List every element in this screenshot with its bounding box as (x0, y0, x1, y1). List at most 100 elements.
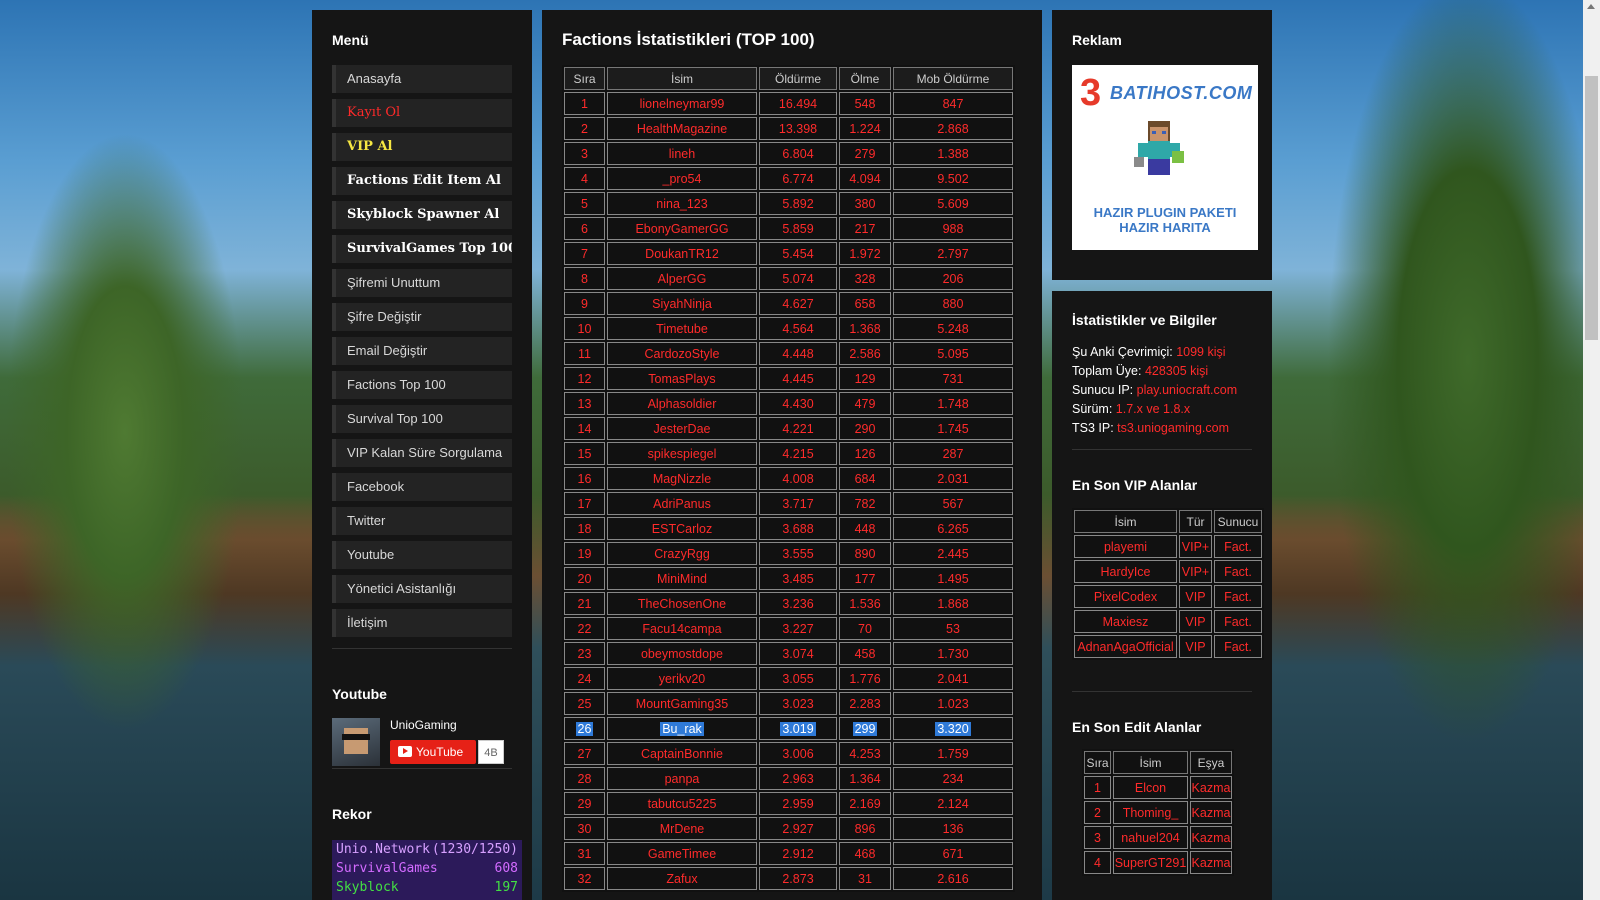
menu-item-factions-top-100[interactable]: Factions Top 100 (332, 371, 512, 399)
cell-text[interactable]: HealthMagazine (637, 122, 727, 136)
menu-item-i-leti-im[interactable]: İletişim (332, 609, 512, 637)
column-header[interactable]: Sıra (1084, 751, 1111, 774)
cell-text: 28 (577, 771, 592, 786)
cell-text[interactable]: panpa (665, 772, 700, 786)
cell-text: 1.388 (937, 146, 969, 161)
column-header[interactable]: Öldürme (759, 67, 837, 90)
channel-avatar[interactable] (332, 718, 380, 766)
table-row: 17 AdriPanus 3.717 782 567 (564, 492, 1013, 515)
scrollbar-thumb[interactable] (1585, 76, 1598, 340)
cell-text[interactable]: lineh (669, 147, 695, 161)
cell-text[interactable]: Elcon (1135, 781, 1166, 795)
cell-text[interactable]: SiyahNinja (652, 297, 712, 311)
column-header[interactable]: Mob Öldürme (893, 67, 1013, 90)
cell-text[interactable]: Bu_rak (660, 721, 704, 736)
cell-text[interactable]: Thoming_ (1123, 806, 1179, 820)
menu-item-ifre-de-i-tir[interactable]: Şifre Değiştir (332, 303, 512, 331)
cell-text[interactable]: SuperGT291 (1115, 856, 1187, 870)
cell-text[interactable]: Facu14campa (642, 622, 721, 636)
ad-banner[interactable]: 3 BATIHOST.COM HAZIR PLUGIN PAKETI HAZIR… (1072, 65, 1258, 250)
menu-item-y-netici-asistanl[interactable]: Yönetici Asistanlığı (332, 575, 512, 603)
column-header[interactable]: Ölme (839, 67, 891, 90)
column-header[interactable]: Tür (1179, 510, 1212, 533)
cell-text[interactable]: TheChosenOne (638, 597, 726, 611)
table-row: 27 CaptainBonnie 3.006 4.253 1.759 (564, 742, 1013, 765)
cell-text[interactable]: lionelneymar99 (640, 97, 725, 111)
menu-item-factions-edit-item-al[interactable]: Factions Edit Item Al (332, 167, 512, 195)
column-header[interactable]: İsim (1074, 510, 1177, 533)
cell-text[interactable]: AdriPanus (653, 497, 711, 511)
cell-text: 5 (581, 196, 588, 211)
cell-text: 287 (942, 446, 964, 461)
cell-text[interactable]: playemi (1104, 540, 1147, 554)
cell-text[interactable]: DoukanTR12 (645, 247, 719, 261)
youtube-subscribe-button[interactable]: YouTube (390, 740, 476, 764)
page-scrollbar[interactable] (1583, 0, 1600, 900)
cell-text[interactable]: MountGaming35 (636, 697, 728, 711)
cell-text[interactable]: CaptainBonnie (641, 747, 723, 761)
menu-item-kay-t-ol[interactable]: Kayıt Ol (332, 99, 512, 127)
scroll-up-arrow-icon[interactable] (1587, 4, 1595, 9)
menu-item-anasayfa[interactable]: Anasayfa (332, 65, 512, 93)
table-row: 25 MountGaming35 3.023 2.283 1.023 (564, 692, 1013, 715)
cell-text[interactable]: AlperGG (658, 272, 707, 286)
menu-item-twitter[interactable]: Twitter (332, 507, 512, 535)
table-cell: spikespiegel (607, 442, 757, 465)
column-header[interactable]: İsim (1113, 751, 1188, 774)
cell-text[interactable]: CrazyRgg (654, 547, 710, 561)
cell-text: 2.963 (782, 771, 814, 786)
menu-item-vip-al[interactable]: VIP Al (332, 133, 512, 161)
cell-text[interactable]: VIP+ (1182, 565, 1209, 579)
cell-text[interactable]: TomasPlays (648, 372, 715, 386)
cell-text[interactable]: VIP (1185, 640, 1205, 654)
column-header[interactable]: Sunucu (1214, 510, 1262, 533)
menu-item-survival-top-100[interactable]: Survival Top 100 (332, 405, 512, 433)
menu-item-facebook[interactable]: Facebook (332, 473, 512, 501)
cell-text[interactable]: Alphasoldier (648, 397, 717, 411)
cell-text: 299 (852, 721, 878, 736)
cell-text[interactable]: AdnanAgaOfficial (1077, 640, 1173, 654)
cell-text[interactable]: VIP (1185, 590, 1205, 604)
stat-value: play.uniocraft.com (1136, 383, 1238, 397)
menu-item-ifremi-unuttum[interactable]: Şifremi Unuttum (332, 269, 512, 297)
menu-item-youtube[interactable]: Youtube (332, 541, 512, 569)
table-cell: Fact. (1214, 560, 1262, 583)
table-cell: ESTCarloz (607, 517, 757, 540)
cell-text[interactable]: MiniMind (657, 572, 707, 586)
cell-text[interactable]: GameTimee (648, 847, 716, 861)
column-header[interactable]: İsim (607, 67, 757, 90)
menu-item-vip-kalan-s-re-sorgulama[interactable]: VIP Kalan Süre Sorgulama (332, 439, 512, 467)
cell-text[interactable]: _pro54 (663, 172, 702, 186)
cell-text[interactable]: Maxiesz (1103, 615, 1149, 629)
cell-text[interactable]: HardyIce (1100, 565, 1150, 579)
table-cell: 13 (564, 392, 605, 415)
cell-text[interactable]: MagNizzle (653, 472, 711, 486)
table-cell: 29 (564, 792, 605, 815)
cell-text[interactable]: CardozoStyle (644, 347, 719, 361)
menu-item-survivalgames-top-100[interactable]: SurvivalGames Top 100 (332, 235, 512, 263)
cell-text[interactable]: nahuel204 (1121, 831, 1179, 845)
column-header[interactable]: Sıra (564, 67, 605, 90)
cell-text[interactable]: EbonyGamerGG (635, 222, 728, 236)
cell-text[interactable]: spikespiegel (648, 447, 717, 461)
column-header[interactable]: Eşya (1190, 751, 1232, 774)
youtube-channel-name[interactable]: UnioGaming (390, 718, 457, 732)
cell-text[interactable]: Timetube (656, 322, 708, 336)
cell-text[interactable]: JesterDae (654, 422, 711, 436)
table-cell: 2 (1084, 801, 1111, 824)
table-cell: 5.095 (893, 342, 1013, 365)
menu-item-email-de-i-tir[interactable]: Email Değiştir (332, 337, 512, 365)
factions-stats-panel: Factions İstatistikleri (TOP 100) Sıra İs… (542, 10, 1042, 900)
cell-text[interactable]: MrDene (660, 822, 704, 836)
cell-text[interactable]: nina_123 (656, 197, 707, 211)
cell-text: 18 (577, 521, 592, 536)
cell-text[interactable]: VIP (1185, 615, 1205, 629)
cell-text[interactable]: tabutcu5225 (648, 797, 717, 811)
cell-text[interactable]: VIP+ (1182, 540, 1209, 554)
cell-text[interactable]: obeymostdope (641, 647, 723, 661)
cell-text[interactable]: ESTCarloz (652, 522, 712, 536)
menu-item-skyblock-spawner-al[interactable]: Skyblock Spawner Al (332, 201, 512, 229)
cell-text[interactable]: Zafux (666, 872, 697, 886)
cell-text[interactable]: yerikv20 (659, 672, 706, 686)
cell-text[interactable]: PixelCodex (1094, 590, 1157, 604)
